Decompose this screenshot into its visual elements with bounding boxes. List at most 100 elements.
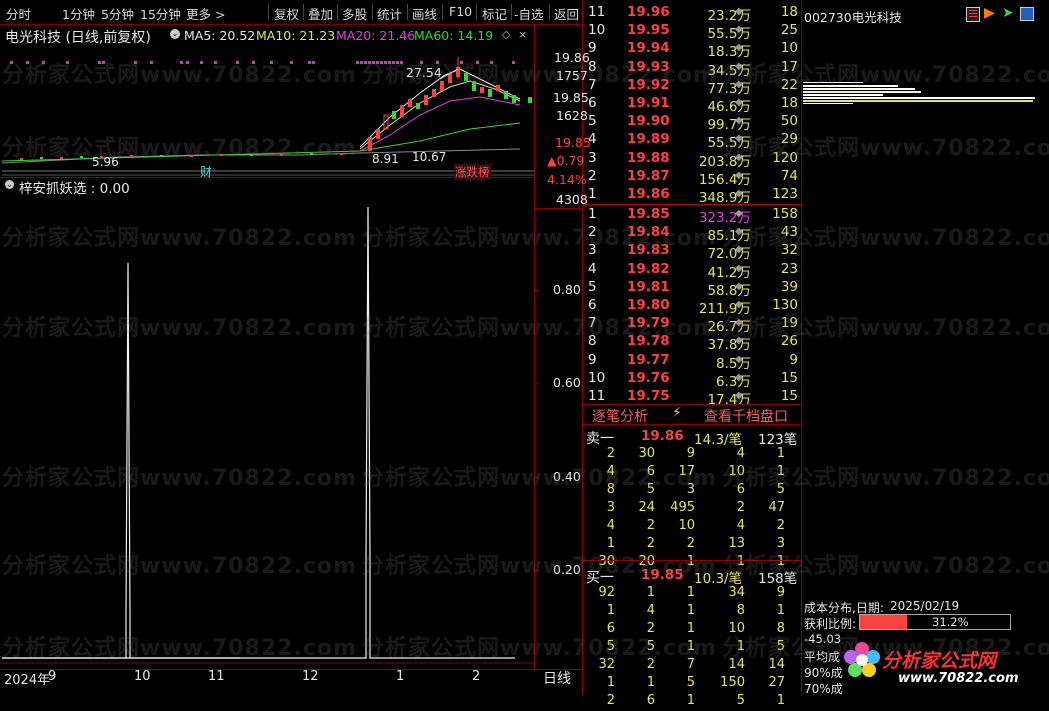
order-price: 19.84 <box>627 224 670 241</box>
chart-area[interactable]: 电光科技 (日线,前复权) ⌄ MA5: 20.52 MA10: 21.23 M… <box>0 25 582 670</box>
diamond-icon[interactable]: ◇ <box>502 28 510 41</box>
diamond-icon: ◆ <box>735 24 743 36</box>
book-divider <box>583 204 801 205</box>
axis-change: ▲0.79 <box>547 153 585 168</box>
tick-cell: 32 <box>598 657 615 672</box>
tab-thousand-level-book[interactable]: 查看千档盘口 <box>704 406 788 426</box>
diamond-icon: ◆ <box>735 6 743 17</box>
diamond-icon: ◆ <box>735 262 743 274</box>
back-button[interactable]: 返回 <box>554 4 579 23</box>
buy-one-count: 158笔 <box>758 571 798 587</box>
avg-cost-label: 平均成 <box>804 650 841 664</box>
order-price: 19.82 <box>627 260 670 277</box>
picture-icon[interactable] <box>1020 7 1034 21</box>
tick-cell: 2 <box>646 536 655 551</box>
low-price-mark-2: 8.91 <box>372 152 399 166</box>
ask-row[interactable]: 1 19.86 348.9万 123 ◆ <box>585 186 801 206</box>
multi-stock-button[interactable]: 多股 <box>342 4 367 23</box>
close-icon[interactable]: × <box>518 28 527 41</box>
bid-row[interactable]: 1 19.85 323.2万 158 ◆ <box>585 206 801 226</box>
buy-one-label: 买一 <box>586 570 614 586</box>
tab-tick-analysis[interactable]: 逐笔分析 <box>592 406 648 426</box>
sell-one-volume: 14.3/笔 <box>694 432 743 448</box>
bid-row[interactable]: 9 19.77 8.5万 9 ◆ <box>585 352 801 372</box>
mark-button[interactable]: 标记 <box>482 4 507 23</box>
ask-row[interactable]: 4 19.89 55.5万 29 ◆ <box>585 131 801 151</box>
tick-cell: 92 <box>598 585 615 600</box>
draw-line-button[interactable]: 画线 <box>412 4 437 23</box>
document-icon[interactable] <box>966 7 980 22</box>
order-count: 32 <box>780 242 798 259</box>
bid-row[interactable]: 7 19.79 26.7万 19 ◆ <box>585 315 801 335</box>
tick-row: 5 5 1 1 5 <box>0 639 800 657</box>
tick-cell: 8 <box>776 621 785 636</box>
chevron-down-icon[interactable]: ⌄ <box>170 29 180 39</box>
order-price: 19.81 <box>627 278 670 295</box>
ask-row[interactable]: 8 19.93 34.5万 17 ◆ <box>585 59 801 79</box>
ask-row[interactable]: 5 19.90 99.7万 50 ◆ <box>585 113 801 133</box>
ask-row[interactable]: 3 19.88 203.8万 120 ◆ <box>585 149 801 170</box>
diamond-icon: ◆ <box>735 188 743 199</box>
ask-row[interactable]: 7 19.92 77.3万 22 ◆ <box>585 77 801 97</box>
bid-row[interactable]: 3 19.83 72.0万 32 ◆ <box>585 242 801 262</box>
diamond-icon: ◆ <box>735 97 743 108</box>
ask-row[interactable]: 11 19.96 23.2万 18 ◆ <box>585 4 801 24</box>
remove-watchlist-button[interactable]: -自选 <box>514 4 544 23</box>
sell-one-count: 123笔 <box>758 432 798 448</box>
tick-cell: 5 <box>776 639 785 654</box>
stock-code-name: 002730电光科技 <box>804 10 902 25</box>
ask-row[interactable]: 10 19.95 55.5万 25 ◆ <box>585 22 801 42</box>
flag-icon[interactable]: ▶ <box>984 5 995 21</box>
order-price: 19.87 <box>627 167 670 184</box>
ask-row[interactable]: 6 19.91 46.6万 18 ◆ <box>585 95 801 115</box>
toolbar-divider <box>442 4 443 20</box>
profit-line-value: -45.03 <box>804 632 842 646</box>
bid-row[interactable]: 10 19.76 6.3万 15 ◆ <box>585 370 801 390</box>
toolbar-divider <box>303 4 304 20</box>
tick-cell: 4 <box>736 518 745 533</box>
tab-intraday[interactable]: 分时 <box>6 4 31 23</box>
order-price: 19.79 <box>627 315 670 332</box>
order-level: 7 <box>588 315 597 332</box>
statistics-button[interactable]: 统计 <box>377 4 402 23</box>
tick-cell: 2 <box>736 500 745 515</box>
order-count: 29 <box>780 131 798 148</box>
tab-1min[interactable]: 1分钟 <box>62 4 95 23</box>
ma5-label: MA5: 20.52 <box>184 28 256 43</box>
order-price: 19.78 <box>627 333 670 350</box>
event-markers <box>10 61 515 64</box>
indicator-title: 梓安抓妖选 : 0.00 <box>19 181 130 197</box>
tick-cell: 1 <box>776 464 785 479</box>
order-count: 43 <box>780 224 798 241</box>
tick-cell: 150 <box>720 675 745 690</box>
overlay-button[interactable]: 叠加 <box>308 4 333 23</box>
chevron-down-icon[interactable]: ⌄ <box>5 180 14 189</box>
ask-row[interactable]: 2 19.87 156.4万 74 ◆ <box>585 167 801 188</box>
tick-cell: 6 <box>606 621 615 636</box>
tab-15min[interactable]: 15分钟 <box>140 4 181 23</box>
diamond-icon: ◆ <box>735 371 743 383</box>
bid-row[interactable]: 8 19.78 37.8万 26 ◆ <box>585 333 801 353</box>
bid-row[interactable]: 2 19.84 85.1万 43 ◆ <box>585 224 801 244</box>
profit-ratio-value: 31.2% <box>932 615 969 629</box>
diamond-icon: ◆ <box>735 115 743 127</box>
order-count: 23 <box>780 260 798 277</box>
diamond-icon: ◆ <box>735 42 743 54</box>
ask-row[interactable]: 9 19.94 18.3万 10 ◆ <box>585 40 801 60</box>
bid-row[interactable]: 4 19.82 41.2万 23 ◆ <box>585 260 801 281</box>
bid-row[interactable]: 5 19.81 58.8万 39 ◆ <box>585 278 801 299</box>
tab-more[interactable]: 更多 > <box>186 4 225 23</box>
order-level: 3 <box>588 149 597 166</box>
cursor-icon[interactable]: ➤ <box>1002 5 1014 21</box>
axis-change-pct: 4.14% <box>547 172 587 187</box>
tab-5min[interactable]: 5分钟 <box>101 4 134 23</box>
tick-cell: 7 <box>686 657 695 672</box>
bid-row[interactable]: 6 19.80 211.9万 130 ◆ <box>585 297 801 317</box>
profit-ratio-label: 获利比例: <box>804 617 857 631</box>
diamond-icon: ◆ <box>735 208 743 219</box>
restore-rights-button[interactable]: 复权 <box>274 4 299 23</box>
tick-row: 3 24 495 2 47 <box>0 500 800 518</box>
f10-button[interactable]: F10 <box>449 4 472 19</box>
axis-mid-volume: 1628 <box>556 108 588 123</box>
order-price: 19.91 <box>627 95 670 111</box>
